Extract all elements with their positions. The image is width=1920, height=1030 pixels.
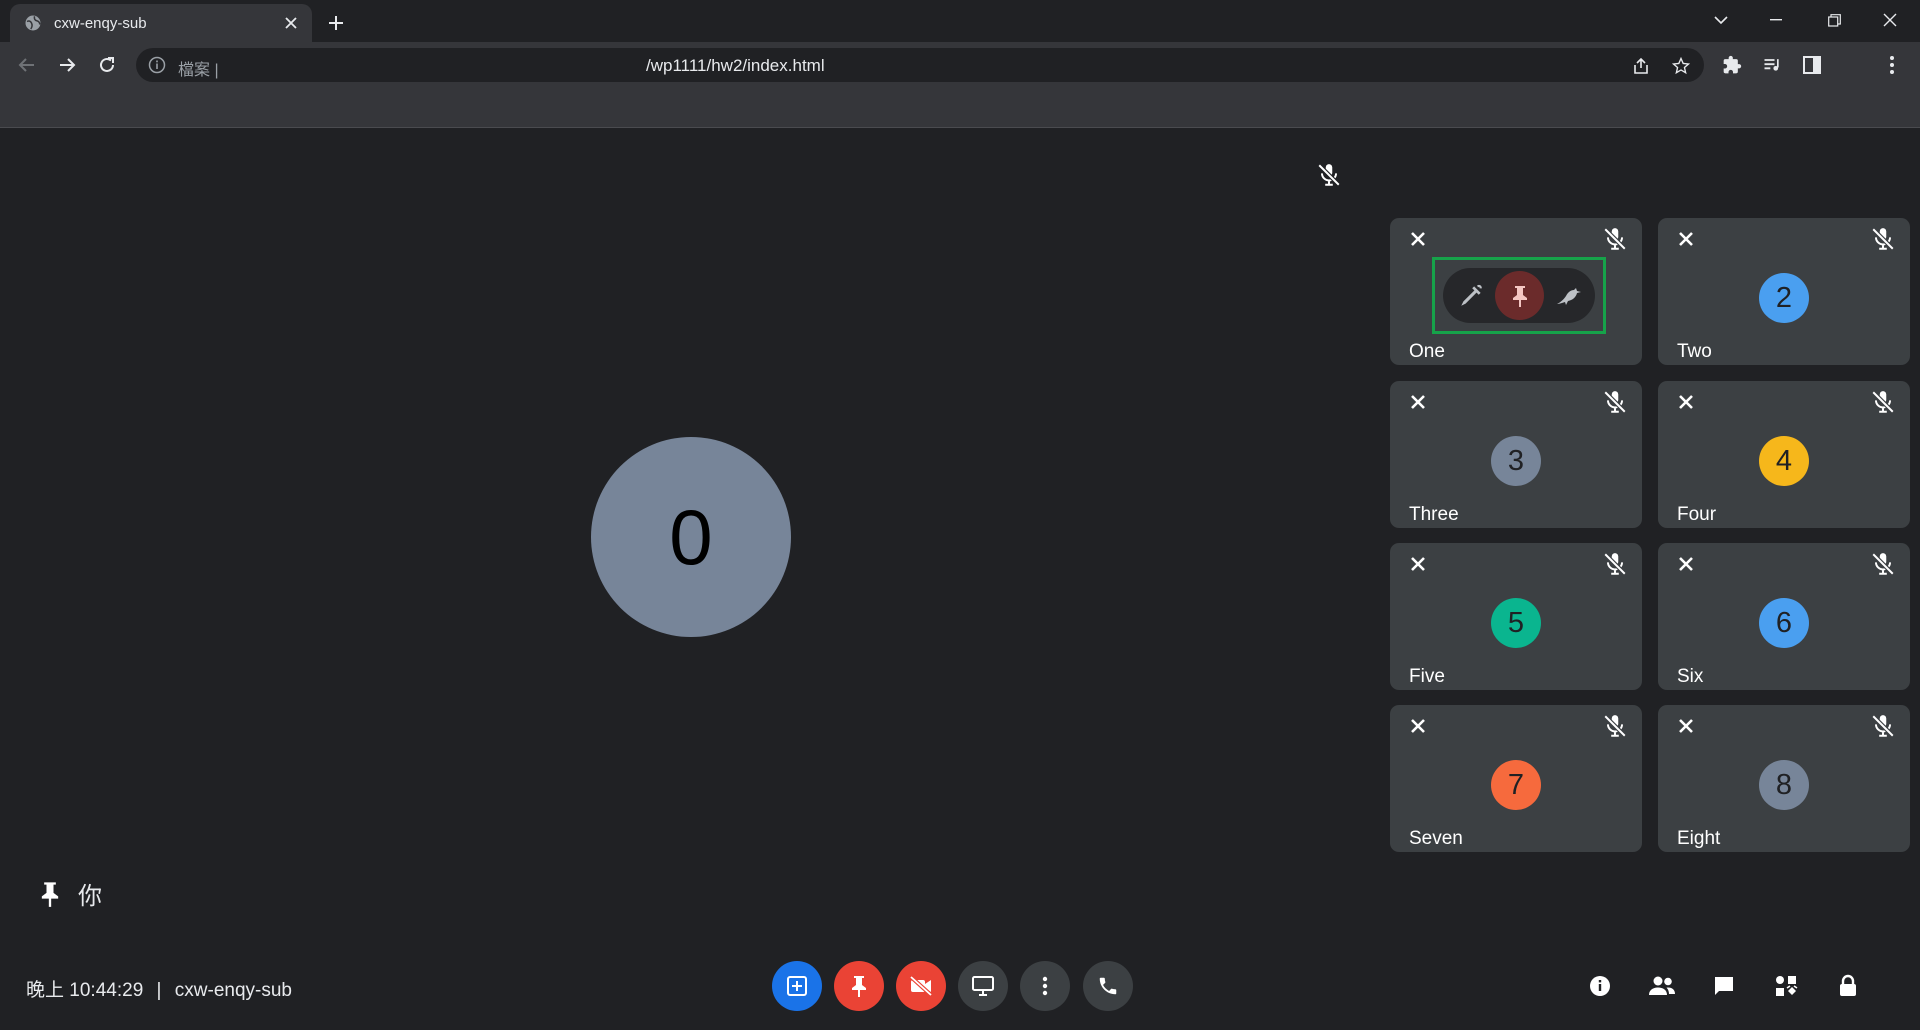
main-participant-avatar: 0 <box>591 437 791 637</box>
self-name: 你 <box>78 883 102 910</box>
meeting-info: 晚上 10:44:29 | cxw-enqy-sub <box>26 975 292 1002</box>
participant-name: Seven <box>1409 828 1463 849</box>
info-icon[interactable] <box>148 56 166 74</box>
browser-tab[interactable]: cxw-enqy-sub <box>10 4 312 42</box>
mic-off-icon <box>1603 390 1627 414</box>
camera-toggle-button[interactable] <box>896 961 946 1011</box>
tab-title: cxw-enqy-sub <box>54 14 147 32</box>
address-bar[interactable]: 檔案 | /wp1111/hw2/index.html <box>136 48 1704 82</box>
scheme-label: 檔案 | <box>178 62 219 79</box>
browser-menu-icon[interactable] <box>1880 53 1904 77</box>
remove-participant-icon[interactable] <box>1676 554 1696 574</box>
add-box-icon <box>787 976 807 996</box>
mic-off-icon <box>1603 714 1627 738</box>
bookmark-star-icon[interactable] <box>1670 55 1692 77</box>
close-window-icon[interactable] <box>1862 0 1918 40</box>
participant-name: One <box>1409 341 1445 362</box>
mic-off-icon <box>1871 552 1895 576</box>
minimize-icon[interactable] <box>1748 0 1804 40</box>
side-panel-icon[interactable] <box>1800 53 1824 77</box>
new-tab-button[interactable] <box>322 9 350 37</box>
more-vert-icon <box>1042 976 1048 996</box>
participant-name: Four <box>1677 504 1717 525</box>
participant-tile[interactable]: 3 Three <box>1390 381 1642 528</box>
separator: | <box>156 980 162 1001</box>
clock-time: 10:44:29 <box>69 980 144 1001</box>
pin-button[interactable] <box>834 961 884 1011</box>
tab-strip: cxw-enqy-sub <box>0 0 1920 42</box>
participant-grid: One 2 Two 3 Three 4 Four 5 Five 6 Six 7 … <box>1390 218 1912 852</box>
participant-name: Three <box>1409 504 1459 525</box>
url-text[interactable]: /wp1111/hw2/index.html <box>646 56 825 76</box>
participant-name: Five <box>1409 666 1445 687</box>
pin-icon <box>41 881 59 907</box>
pin-icon <box>852 976 866 997</box>
media-queue-icon[interactable] <box>1760 53 1784 77</box>
mic-off-icon <box>1871 227 1895 251</box>
present-screen-icon <box>972 976 994 996</box>
participant-avatar: 3 <box>1491 436 1541 486</box>
bookmarks-bar <box>0 88 1920 128</box>
participant-avatar: 8 <box>1759 760 1809 810</box>
info-icon[interactable] <box>1586 972 1614 1000</box>
forward-icon[interactable] <box>52 50 82 80</box>
back-icon[interactable] <box>12 50 42 80</box>
remove-participant-icon[interactable] <box>1408 554 1428 574</box>
participant-name: Eight <box>1677 828 1721 849</box>
remove-participant-icon[interactable] <box>1676 229 1696 249</box>
remove-participant-icon[interactable] <box>1676 392 1696 412</box>
remove-participant-icon[interactable] <box>1408 716 1428 736</box>
mic-off-icon <box>1603 552 1627 576</box>
chat-icon[interactable] <box>1710 972 1738 1000</box>
globe-icon <box>25 15 41 31</box>
remove-participant-icon[interactable] <box>1676 716 1696 736</box>
present-screen-button[interactable] <box>958 961 1008 1011</box>
participant-avatar: 7 <box>1491 760 1541 810</box>
meeting-code: cxw-enqy-sub <box>174 980 292 1001</box>
reload-icon[interactable] <box>92 50 122 80</box>
participant-avatar: 2 <box>1759 273 1809 323</box>
tab-search-chevron-icon[interactable] <box>1693 0 1749 40</box>
call-button[interactable] <box>1083 961 1133 1011</box>
tab-close-icon[interactable] <box>282 14 300 32</box>
activities-icon[interactable] <box>1772 972 1800 1000</box>
more-options-button[interactable] <box>1020 961 1070 1011</box>
extensions-icon[interactable] <box>1720 53 1744 77</box>
mic-off-icon <box>1871 390 1895 414</box>
participant-name: Two <box>1677 341 1712 362</box>
bird-icon[interactable] <box>1544 271 1593 320</box>
browser-toolbar: 檔案 | /wp1111/hw2/index.html <box>0 42 1920 88</box>
self-label: 你 <box>36 876 102 911</box>
hover-actions-highlight <box>1432 257 1606 334</box>
video-off-icon <box>909 975 933 997</box>
participant-avatar: 5 <box>1491 598 1541 648</box>
share-icon[interactable] <box>1630 55 1652 77</box>
people-icon[interactable] <box>1648 972 1676 1000</box>
pen-icon[interactable] <box>1446 271 1495 320</box>
remove-participant-icon[interactable] <box>1408 392 1428 412</box>
remove-participant-icon[interactable] <box>1408 229 1428 249</box>
lock-icon[interactable] <box>1834 972 1862 1000</box>
participant-tile[interactable]: 5 Five <box>1390 543 1642 690</box>
participant-tile[interactable]: 2 Two <box>1658 218 1910 365</box>
participant-avatar: 4 <box>1759 436 1809 486</box>
participant-tile[interactable]: 8 Eight <box>1658 705 1910 852</box>
hover-actions-bar <box>1443 268 1595 323</box>
restore-icon[interactable] <box>1806 0 1862 40</box>
pin-icon[interactable] <box>1495 271 1544 320</box>
mic-off-icon <box>1871 714 1895 738</box>
add-box-button[interactable] <box>772 961 822 1011</box>
mic-off-icon <box>1317 163 1341 187</box>
time-period: 晚上 <box>26 980 65 1001</box>
phone-icon <box>1099 977 1117 995</box>
participant-tile[interactable]: 6 Six <box>1658 543 1910 690</box>
participant-tile[interactable]: 4 Four <box>1658 381 1910 528</box>
participant-name: Six <box>1677 666 1704 687</box>
participant-tile[interactable]: 7 Seven <box>1390 705 1642 852</box>
participant-tile[interactable]: One <box>1390 218 1642 365</box>
participant-avatar: 6 <box>1759 598 1809 648</box>
mic-off-icon <box>1603 227 1627 251</box>
